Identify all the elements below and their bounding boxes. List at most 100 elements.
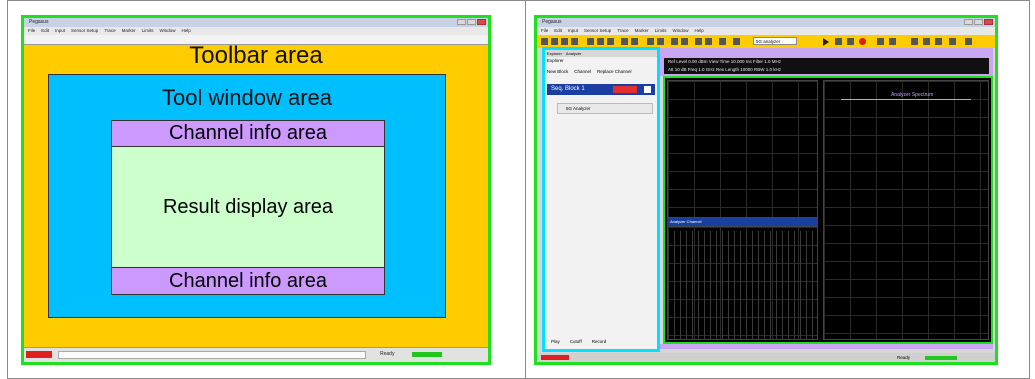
menu-input[interactable]: Input (55, 27, 65, 35)
schematic-window: Pegasus File Edit Input Sensor Setup Tra… (21, 15, 491, 365)
print-icon[interactable] (571, 38, 578, 45)
new-block-button[interactable]: New Block (547, 67, 568, 76)
window-controls (457, 19, 486, 25)
window-titlebar: Pegasus (24, 18, 488, 27)
undo-icon[interactable] (621, 38, 628, 45)
channel-info-row-1: Ref Level 0.00 dBm View Time 10.000 ms F… (668, 59, 781, 64)
spectrum-trace (841, 99, 971, 100)
trace-icon[interactable] (681, 38, 688, 45)
settings-icon[interactable] (705, 38, 712, 45)
menu-sensor-setup[interactable]: Sensor Setup (584, 27, 611, 35)
layout-2-icon[interactable] (923, 38, 930, 45)
result-display: Analyzer Channel Analyzer Spectrum (663, 76, 993, 344)
spectrum-plot[interactable] (823, 80, 989, 340)
channel-info-bar-bottom (660, 344, 993, 349)
window-titlebar: Pegasus (537, 18, 995, 27)
minimize-icon[interactable] (457, 19, 466, 25)
cut-icon[interactable] (587, 38, 594, 45)
channel-info-row-2: Att 10 dB Freq 1.0 GHz Res Length 10000 … (668, 67, 782, 72)
menu-edit[interactable]: Edit (554, 27, 562, 35)
status-indicator-green (412, 352, 442, 357)
time-domain-plot[interactable] (667, 80, 818, 218)
measure-icon[interactable] (719, 38, 726, 45)
tool-window-toolbar: New Block Channel Replace Channel (545, 67, 657, 76)
save-icon[interactable] (561, 38, 568, 45)
status-indicator-red (26, 351, 52, 358)
marker-icon[interactable] (671, 38, 678, 45)
record-icon[interactable] (859, 38, 866, 45)
result-display-label: Result display area (162, 195, 334, 218)
right-screenshot-cell: Pegasus File Edit Input Sensor Setup Tra… (525, 0, 1030, 379)
new-file-icon[interactable] (541, 38, 548, 45)
lower-plot-header: Analyzer Channel (667, 218, 818, 226)
channel-info-area-top: Channel info area (111, 120, 385, 147)
spectrogram-plot[interactable] (667, 226, 818, 340)
open-file-icon[interactable] (551, 38, 558, 45)
menu-input[interactable]: Input (568, 27, 578, 35)
tool-window-area: Tool window area Channel info area Resul… (48, 74, 446, 318)
status-progress-bar (58, 351, 366, 359)
paste-icon[interactable] (607, 38, 614, 45)
channel-info-readout: Ref Level 0.00 dBm View Time 10.000 ms F… (664, 58, 989, 74)
help-icon[interactable] (965, 38, 972, 45)
menu-trace[interactable]: Trace (617, 27, 628, 35)
zoom-in-icon[interactable] (647, 38, 654, 45)
sequence-block-header[interactable]: Seq. Block 1 (547, 84, 655, 95)
close-icon[interactable] (477, 19, 486, 25)
menu-bar: File Edit Input Sensor Setup Trace Marke… (537, 27, 995, 35)
cutoff-button[interactable]: Cutoff (570, 337, 582, 347)
tools-icon[interactable] (949, 38, 956, 45)
menu-limits[interactable]: Limits (142, 27, 154, 35)
tool-window-title: Explorer (547, 58, 564, 63)
search-icon[interactable] (889, 38, 896, 45)
tool-window: Explorer Analyzer Explorer New Block Cha… (542, 47, 660, 352)
sequence-block-label: Seq. Block 1 (551, 86, 585, 92)
window-title: Pegasus (29, 19, 49, 25)
tool-window-footer: Play Cutoff Record (545, 337, 657, 347)
replace-channel-button[interactable]: Replace Channel (597, 67, 632, 76)
tab-analyzer[interactable]: Analyzer (566, 50, 582, 57)
limits-icon[interactable] (695, 38, 702, 45)
menu-help[interactable]: Help (694, 27, 703, 35)
window-controls (964, 19, 993, 25)
result-display-area: Result display area (111, 146, 385, 268)
menu-marker[interactable]: Marker (122, 27, 136, 35)
layout-3-icon[interactable] (935, 38, 942, 45)
layout-1-icon[interactable] (911, 38, 918, 45)
play-button[interactable]: Play (551, 337, 560, 347)
play-icon[interactable] (823, 38, 829, 46)
menu-help[interactable]: Help (181, 27, 190, 35)
analyzer-select[interactable]: 5G analyzer (753, 37, 797, 45)
sensor-icon[interactable] (733, 38, 740, 45)
channel-button[interactable]: Channel (574, 67, 591, 76)
analyzer-item[interactable]: 5G Analyzer (557, 103, 653, 114)
channel-info-bar-top: Ref Level 0.00 dBm View Time 10.000 ms F… (660, 48, 993, 76)
menu-file[interactable]: File (541, 27, 548, 35)
zoom-out-icon[interactable] (657, 38, 664, 45)
pause-icon[interactable] (835, 38, 842, 45)
spectrum-plot-title: Analyzer Spectrum (891, 92, 934, 98)
maximize-icon[interactable] (974, 19, 983, 25)
close-icon[interactable] (984, 19, 993, 25)
copy-icon[interactable] (597, 38, 604, 45)
menu-file[interactable]: File (28, 27, 35, 35)
status-bar: Ready (24, 347, 488, 362)
menu-sensor-setup[interactable]: Sensor Setup (71, 27, 98, 35)
record-button[interactable]: Record (592, 337, 607, 347)
zoom-fit-icon[interactable] (877, 38, 884, 45)
maximize-icon[interactable] (467, 19, 476, 25)
redo-icon[interactable] (631, 38, 638, 45)
menu-limits[interactable]: Limits (655, 27, 667, 35)
stop-icon[interactable] (847, 38, 854, 45)
minimize-icon[interactable] (964, 19, 973, 25)
window-title: Pegasus (542, 19, 562, 25)
menu-window[interactable]: Window (672, 27, 688, 35)
menu-edit[interactable]: Edit (41, 27, 49, 35)
chevron-down-icon[interactable] (644, 86, 651, 93)
tool-window-area-label: Tool window area (162, 85, 332, 110)
menu-trace[interactable]: Trace (104, 27, 115, 35)
application-window: Pegasus File Edit Input Sensor Setup Tra… (534, 15, 998, 365)
tab-explorer[interactable]: Explorer (547, 50, 562, 57)
menu-window[interactable]: Window (159, 27, 175, 35)
menu-marker[interactable]: Marker (635, 27, 649, 35)
